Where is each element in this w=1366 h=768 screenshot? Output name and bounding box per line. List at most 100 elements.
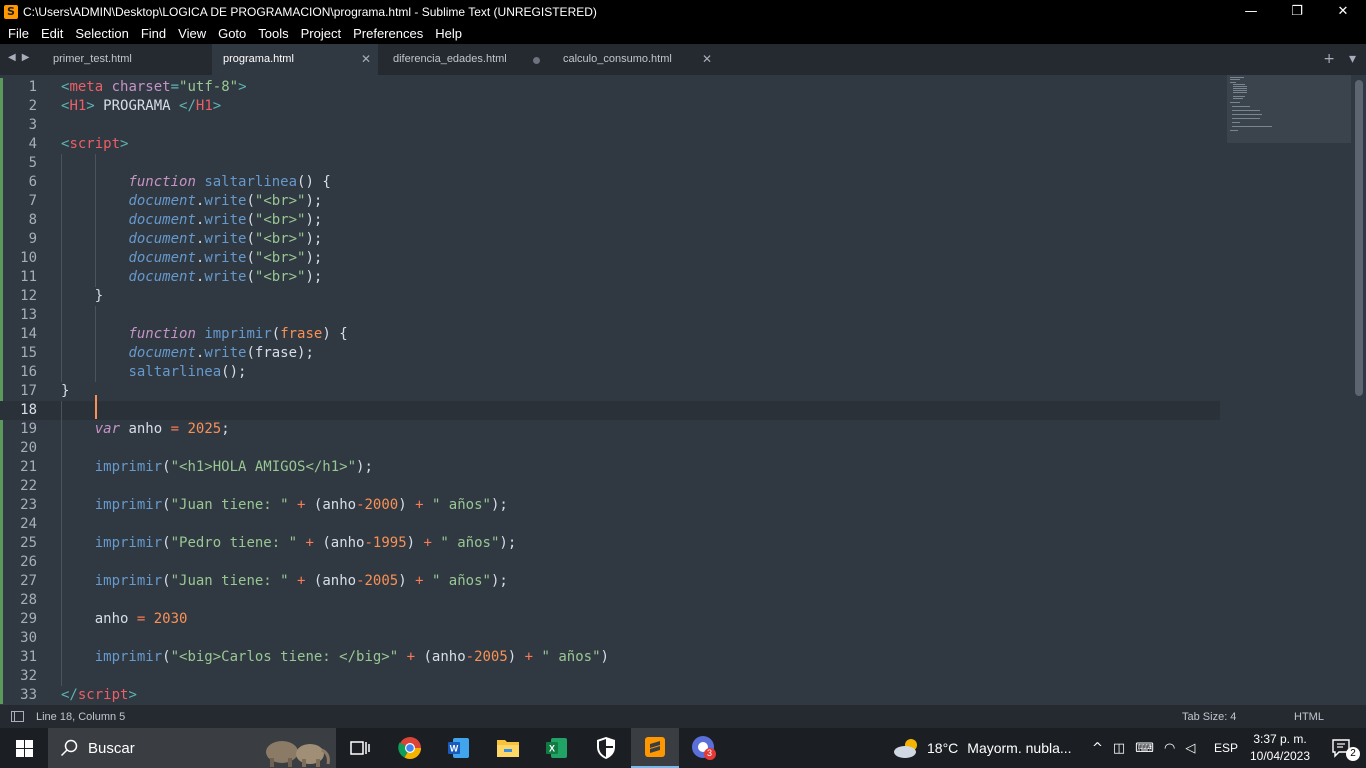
volume-icon[interactable]: ◁ xyxy=(1185,741,1195,756)
ime-icon[interactable]: ⌨ xyxy=(1135,741,1154,756)
syntax-indicator[interactable]: HTML xyxy=(1294,711,1324,723)
line-number: 9 xyxy=(28,231,37,247)
close-icon[interactable]: ✕ xyxy=(361,52,371,66)
excel-icon: X xyxy=(546,738,567,758)
search-icon xyxy=(60,739,78,757)
code-line: 12 } xyxy=(0,287,1220,306)
task-view-button[interactable] xyxy=(336,728,384,768)
vertical-scrollbar-thumb[interactable] xyxy=(1355,80,1363,396)
code-line: 30 xyxy=(0,629,1220,648)
tab-navigation: ◀ ▶ xyxy=(8,52,29,63)
weather-temperature: 18°C xyxy=(927,740,959,756)
line-number: 5 xyxy=(28,155,37,171)
line-number: 25 xyxy=(20,535,37,551)
code-line: 1 <meta charset="utf-8"> xyxy=(0,78,1220,97)
notification-center-button[interactable]: 2 xyxy=(1318,728,1366,768)
notification-badge: 2 xyxy=(1346,747,1360,761)
window-controls: — ❐ ✕ xyxy=(1228,0,1366,23)
line-number: 17 xyxy=(20,383,37,399)
folder-icon xyxy=(497,740,519,757)
code-line: 21 imprimir("<h1>HOLA AMIGOS</h1>"); xyxy=(0,458,1220,477)
code-line: 13 xyxy=(0,306,1220,325)
tab-diferencia-edades[interactable]: diferencia_edades.html xyxy=(380,44,550,75)
menu-goto[interactable]: Goto xyxy=(212,24,252,43)
line-number: 8 xyxy=(28,212,37,228)
line-number: 30 xyxy=(20,630,37,646)
close-button[interactable]: ✕ xyxy=(1320,0,1366,23)
tab-size-indicator[interactable]: Tab Size: 4 xyxy=(1182,711,1236,723)
menu-preferences[interactable]: Preferences xyxy=(347,24,429,43)
unsaved-dot-icon[interactable] xyxy=(533,57,540,64)
new-tab-icon[interactable]: + xyxy=(1323,51,1335,67)
chrome-profile-taskbar-button[interactable]: 3 xyxy=(680,728,728,768)
tab-prev-icon[interactable]: ◀ xyxy=(8,52,16,63)
code-line: 10 document.write("<br>"); xyxy=(0,249,1220,268)
input-language-indicator[interactable]: ESP xyxy=(1214,728,1238,768)
tab-list-icon[interactable]: ▾ xyxy=(1349,51,1356,67)
line-number: 1 xyxy=(28,79,37,95)
taskbar: Buscar W X 3 18°C Mayorm. nubla... ^ ◫ ⌨… xyxy=(0,728,1366,768)
search-placeholder: Buscar xyxy=(88,739,135,757)
tab-label: diferencia_edades.html xyxy=(393,53,507,65)
line-number: 23 xyxy=(20,497,37,513)
code-line: 31 imprimir("<big>Carlos tiene: </big>" … xyxy=(0,648,1220,667)
menu-selection[interactable]: Selection xyxy=(69,24,134,43)
line-number: 21 xyxy=(20,459,37,475)
line-number: 26 xyxy=(20,554,37,570)
code-editor[interactable]: 1 <meta charset="utf-8"> 2 <H1> PROGRAMA <… xyxy=(0,75,1366,705)
clock-time: 3:37 p. m. xyxy=(1253,732,1307,746)
menu-help[interactable]: Help xyxy=(429,24,468,43)
menu-view[interactable]: View xyxy=(172,24,212,43)
taskbar-search-box[interactable]: Buscar xyxy=(48,728,336,768)
menu-tools[interactable]: Tools xyxy=(252,24,294,43)
file-explorer-taskbar-button[interactable] xyxy=(484,728,532,768)
tab-label: programa.html xyxy=(223,53,294,65)
code-line: 14 function imprimir(frase) { xyxy=(0,325,1220,344)
tab-calculo-consumo[interactable]: calculo_consumo.html ✕ xyxy=(552,44,722,75)
panel-toggle-icon[interactable] xyxy=(11,711,24,722)
excel-taskbar-button[interactable]: X xyxy=(533,728,581,768)
minimap[interactable] xyxy=(1227,75,1351,143)
tab-primer-test[interactable]: primer_test.html xyxy=(42,44,210,75)
line-number: 10 xyxy=(20,250,37,266)
line-number: 28 xyxy=(20,592,37,608)
shield-icon xyxy=(597,737,615,759)
tab-programa[interactable]: programa.html ✕ xyxy=(212,44,378,75)
menu-file[interactable]: File xyxy=(2,24,35,43)
code-line: 11 document.write("<br>"); xyxy=(0,268,1220,287)
line-number: 2 xyxy=(28,98,37,114)
chrome-taskbar-button[interactable] xyxy=(386,728,434,768)
sublime-text-icon xyxy=(645,737,665,757)
svg-text:X: X xyxy=(549,744,555,754)
line-number: 14 xyxy=(20,326,37,342)
weather-widget[interactable]: 18°C Mayorm. nubla... xyxy=(893,728,1072,768)
word-taskbar-button[interactable]: W xyxy=(435,728,483,768)
clock[interactable]: 3:37 p. m. 10/04/2023 xyxy=(1249,731,1311,765)
weather-description: Mayorm. nubla... xyxy=(967,740,1072,756)
code-line: 15 document.write(frase); xyxy=(0,344,1220,363)
menu-edit[interactable]: Edit xyxy=(35,24,69,43)
maximize-button[interactable]: ❐ xyxy=(1274,0,1320,23)
clock-date: 10/04/2023 xyxy=(1249,749,1311,763)
cursor-position: Line 18, Column 5 xyxy=(36,711,126,723)
minimize-button[interactable]: — xyxy=(1228,0,1274,23)
close-icon[interactable]: ✕ xyxy=(702,52,712,66)
tab-next-icon[interactable]: ▶ xyxy=(22,52,30,63)
meet-now-icon[interactable]: ◫ xyxy=(1113,741,1125,756)
elephants-search-highlight-icon xyxy=(266,741,330,767)
current-code-line: 18 xyxy=(0,401,1220,420)
security-taskbar-button[interactable] xyxy=(582,728,630,768)
menu-find[interactable]: Find xyxy=(135,24,172,43)
sublime-taskbar-button[interactable] xyxy=(631,728,679,768)
line-number: 29 xyxy=(20,611,37,627)
code-line: 27 imprimir("Juan tiene: " + (anho-2005)… xyxy=(0,572,1220,591)
line-number: 12 xyxy=(20,288,37,304)
chevron-up-icon[interactable]: ^ xyxy=(1092,741,1103,756)
code-line: 7 document.write("<br>"); xyxy=(0,192,1220,211)
menu-project[interactable]: Project xyxy=(295,24,347,43)
windows-start-button[interactable] xyxy=(0,728,48,768)
network-icon[interactable]: ◠ xyxy=(1164,741,1175,756)
code-line: 23 imprimir("Juan tiene: " + (anho-2000)… xyxy=(0,496,1220,515)
code-line: 17} xyxy=(0,382,1220,401)
tab-label: primer_test.html xyxy=(53,53,132,65)
